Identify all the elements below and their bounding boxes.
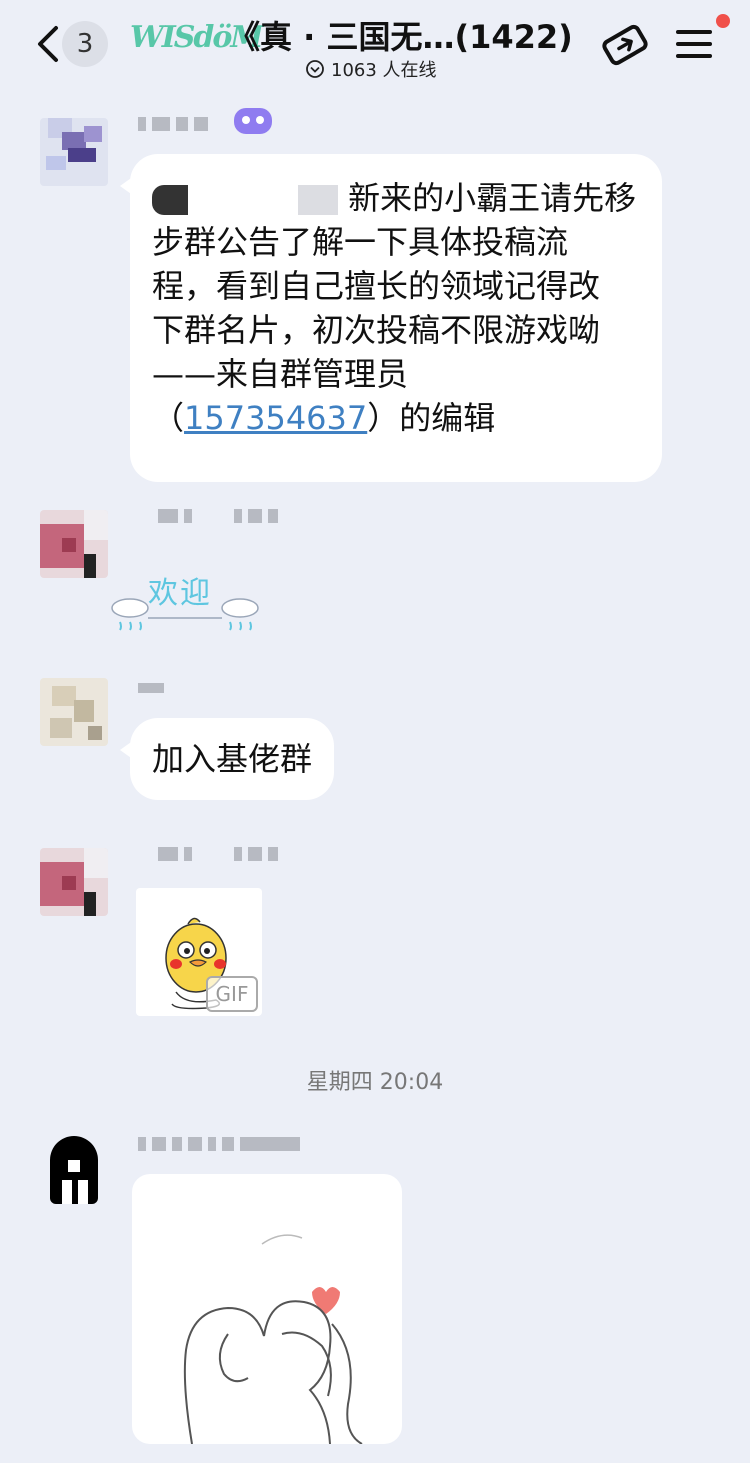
image-message[interactable]: [132, 1174, 402, 1444]
group-title[interactable]: 《真 · 三国无…(1422): [228, 12, 573, 56]
message-line: 下群名片，初次投稿不限游戏呦: [152, 311, 601, 349]
online-count-text: 1063 人在线: [331, 60, 437, 81]
sender-name-blurred: [138, 1136, 300, 1152]
avatar[interactable]: [40, 118, 108, 186]
rain-cloud-icon: [111, 598, 259, 631]
redacted-mention: [152, 185, 188, 215]
welcome-sticker[interactable]: 欢迎: [110, 568, 260, 638]
gif-sticker[interactable]: GIF: [136, 888, 262, 1016]
chevron-circle-icon: [306, 60, 324, 78]
avatar[interactable]: [40, 848, 108, 916]
chat-header: 3 WISdöM 《真 · 三国无…(1422) 1063 人在线: [0, 0, 750, 90]
ticket-icon[interactable]: [600, 22, 650, 68]
unread-count-badge[interactable]: 3: [62, 21, 108, 67]
timestamp-divider: 星期四 20:04: [306, 1070, 444, 1095]
group-brand-logo: WISdöM: [130, 20, 264, 55]
avatar[interactable]: [40, 1136, 108, 1204]
bot-badge-icon: [234, 108, 272, 134]
message-line: ——来自群管理员: [152, 355, 409, 393]
message-line: 步群公告了解一下具体投稿流: [152, 223, 569, 261]
sender-name-blurred: [138, 116, 208, 132]
sender-name-blurred: [138, 680, 164, 696]
sender-name-blurred: [158, 846, 278, 862]
redacted-mention: [298, 185, 338, 215]
message-line: 程，看到自己擅长的领域记得改: [152, 267, 601, 305]
gif-badge: GIF: [206, 976, 258, 1012]
online-status[interactable]: 1063 人在线: [305, 56, 437, 82]
message-line: 新来的小霸王请先移: [152, 176, 640, 220]
editor-qq-link[interactable]: 157354637: [184, 399, 367, 437]
message-bubble[interactable]: 新来的小霸王请先移 步群公告了解一下具体投稿流 程，看到自己擅长的领域记得改 下…: [120, 154, 662, 482]
message-bubble[interactable]: 加入基佬群: [119, 718, 335, 800]
menu-icon[interactable]: [676, 28, 712, 60]
avatar[interactable]: [40, 510, 108, 578]
sender-name-blurred: [158, 508, 278, 524]
message-line: （157354637）的编辑: [152, 399, 496, 437]
avatar[interactable]: [40, 678, 108, 746]
message-text: 加入基佬群: [152, 740, 313, 778]
drawing-image: [183, 1234, 363, 1444]
notification-dot: [716, 14, 730, 28]
